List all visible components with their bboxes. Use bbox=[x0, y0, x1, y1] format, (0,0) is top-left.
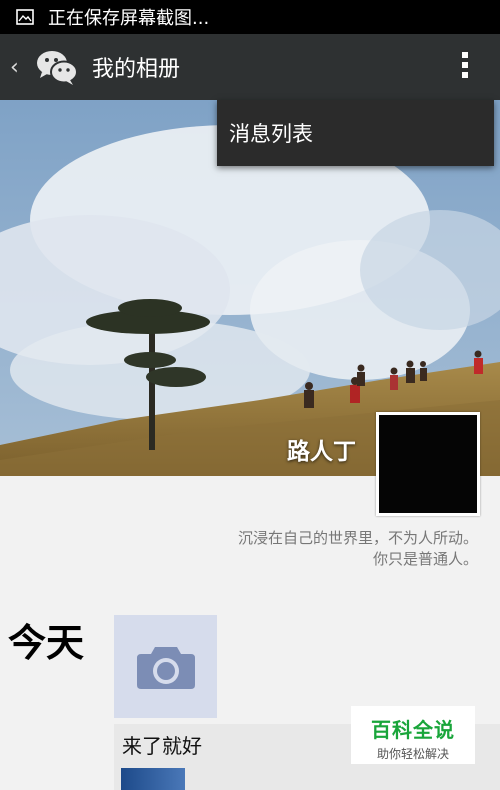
status-text: 正在保存屏幕截图... bbox=[48, 8, 210, 29]
avatar[interactable] bbox=[376, 412, 480, 516]
menu-item-message-list[interactable]: 消息列表 bbox=[229, 118, 313, 148]
image-icon bbox=[16, 9, 34, 25]
post-thumbnail[interactable] bbox=[121, 768, 185, 790]
more-vertical-icon[interactable] bbox=[460, 52, 470, 82]
chevron-left-icon[interactable]: ‹ bbox=[10, 55, 26, 80]
dropdown-menu: 消息列表 bbox=[217, 100, 494, 166]
watermark-badge: 百科全说 助你轻松解决 bbox=[351, 706, 475, 764]
add-photo-button[interactable] bbox=[114, 615, 217, 718]
post-text: 来了就好 bbox=[122, 734, 202, 758]
day-label: 今天 bbox=[8, 621, 85, 665]
camera-icon bbox=[136, 646, 195, 689]
signature-line-1: 沉浸在自己的世界里，不为人所动。 bbox=[237, 529, 478, 547]
signature-line-2: 你只是普通人。 bbox=[372, 550, 478, 568]
profile-name: 路人丁 bbox=[287, 439, 356, 465]
action-bar: ‹ 我的相册 bbox=[0, 34, 500, 100]
wechat-icon[interactable] bbox=[36, 48, 78, 86]
status-bar: 正在保存屏幕截图... bbox=[0, 0, 500, 34]
page-title: 我的相册 bbox=[92, 57, 181, 82]
watermark-title: 百科全说 bbox=[371, 718, 455, 742]
profile-signature: 沉浸在自己的世界里，不为人所动。 你只是普通人。 bbox=[238, 528, 478, 570]
watermark-subtitle: 助你轻松解决 bbox=[376, 747, 449, 761]
